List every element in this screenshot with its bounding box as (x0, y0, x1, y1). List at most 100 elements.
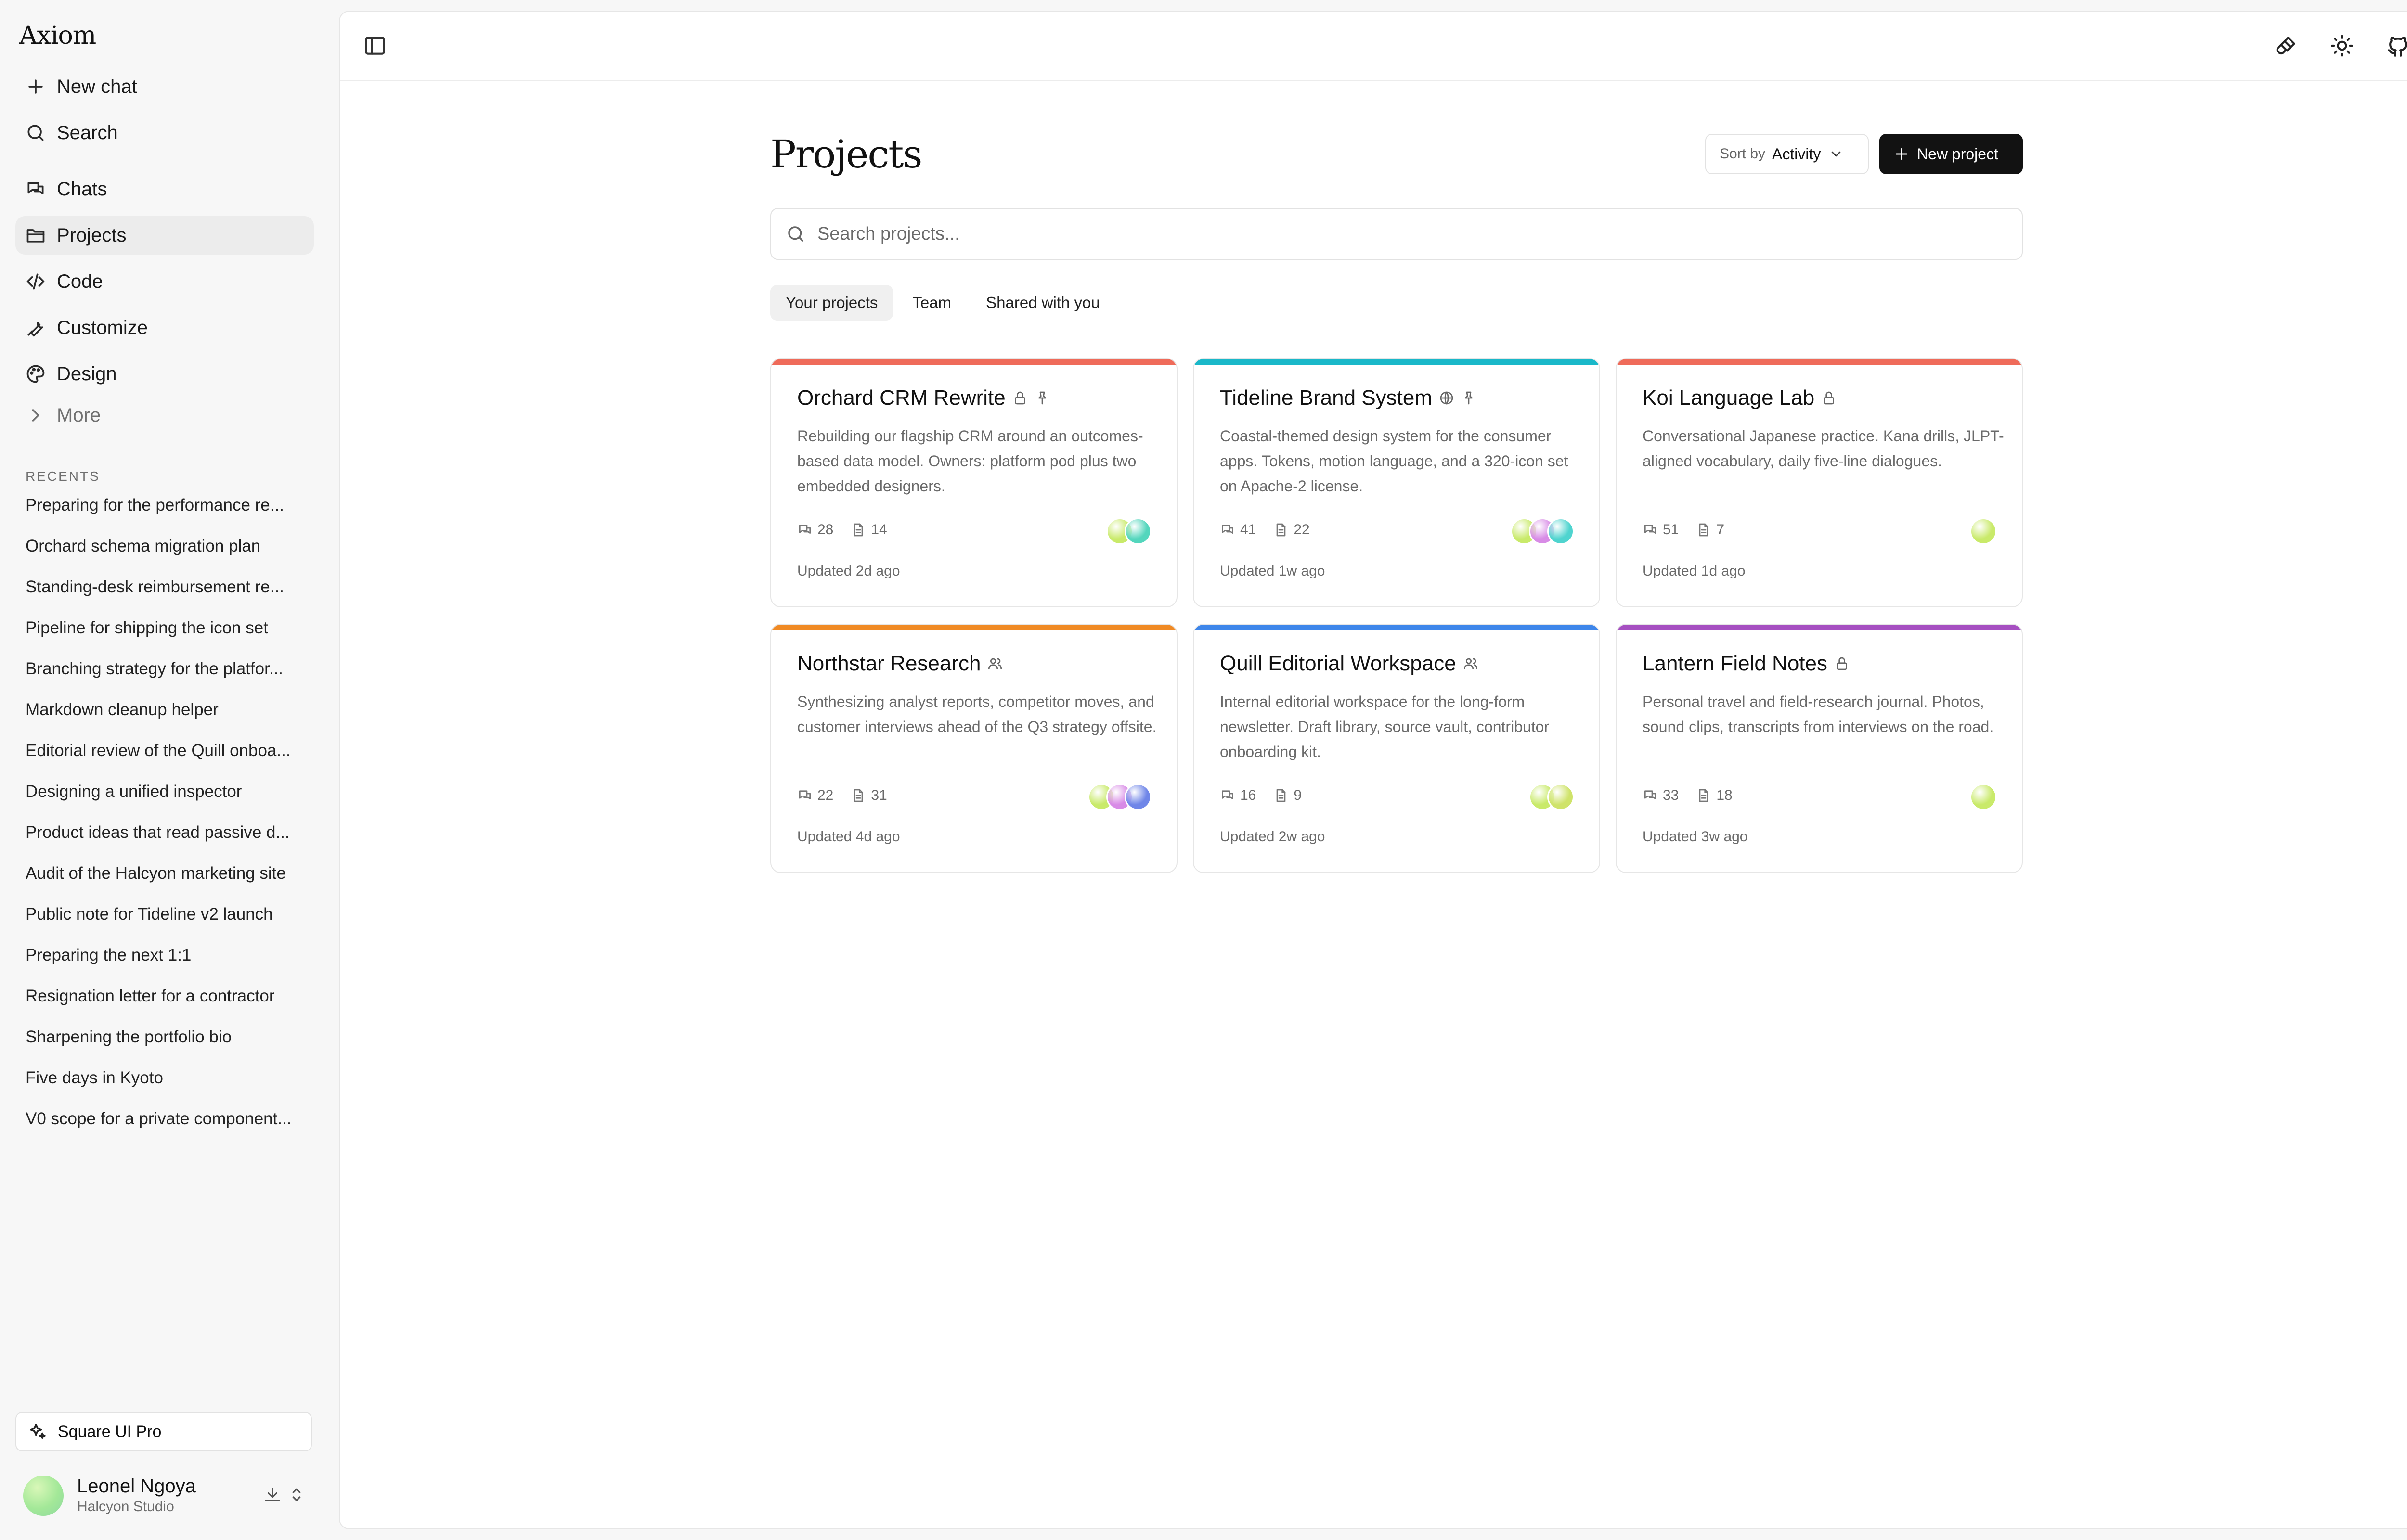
recent-item[interactable]: Orchard schema migration plan (26, 537, 305, 556)
lock-icon (1821, 390, 1837, 406)
project-card[interactable]: Northstar Research Synthesizing analyst r… (770, 624, 1178, 873)
sidebar-item-code[interactable]: Code (15, 262, 314, 301)
card-title-row: Tideline Brand System (1220, 386, 1476, 410)
user-name: Leonel Ngoya (77, 1476, 196, 1497)
avatar (1547, 518, 1574, 545)
recent-item[interactable]: Preparing the next 1:1 (26, 946, 305, 965)
card-members (1511, 518, 1574, 546)
card-members (1106, 518, 1152, 546)
lock-icon (1834, 656, 1850, 671)
sidebar-item-design[interactable]: Design (15, 355, 314, 393)
file-icon (1273, 522, 1289, 538)
download-icon[interactable] (263, 1485, 282, 1504)
recent-item[interactable]: Designing a unified inspector (26, 782, 305, 801)
project-card[interactable]: Koi Language Lab Conversational Japanese … (1616, 358, 2023, 607)
file-icon (1696, 788, 1711, 803)
tab-team[interactable]: Team (897, 285, 967, 321)
tab-your-projects[interactable]: Your projects (770, 285, 893, 321)
new-project-button[interactable]: New project (1879, 134, 2023, 174)
card-stats: 33 18 (1643, 787, 1733, 804)
file-count: 31 (871, 787, 887, 803)
page-title: Projects (770, 132, 922, 177)
card-description: Rebuilding our flagship CRM around an ou… (797, 427, 1143, 495)
chat-count: 51 (1663, 522, 1679, 538)
recent-item[interactable]: Editorial review of the Quill onboa... (26, 741, 305, 760)
recent-item[interactable]: Markdown cleanup helper (26, 700, 305, 719)
card-updated: Updated 1w ago (1220, 563, 1325, 579)
chevron-right-icon (25, 405, 46, 426)
users-icon (1463, 656, 1478, 671)
card-title: Quill Editorial Workspace (1220, 652, 1456, 675)
avatar (1547, 783, 1574, 810)
recent-item[interactable]: Branching strategy for the platfor... (26, 659, 305, 679)
card-accent-stripe (1194, 625, 1599, 630)
search-button[interactable]: Search (15, 114, 314, 152)
card-title: Orchard CRM Rewrite (797, 386, 1006, 410)
search-input[interactable] (816, 223, 1974, 245)
project-card[interactable]: Quill Editorial Workspace Internal editor… (1193, 624, 1600, 873)
recent-item[interactable]: Standing-desk reimbursement re... (26, 578, 305, 597)
recent-item[interactable]: V0 scope for a private component... (26, 1109, 305, 1129)
recent-item[interactable]: Five days in Kyoto (26, 1068, 305, 1088)
card-title-row: Quill Editorial Workspace (1220, 652, 1478, 676)
sidebar-item-customize[interactable]: Customize (15, 308, 314, 347)
card-title: Northstar Research (797, 652, 981, 675)
search-label: Search (57, 122, 118, 143)
project-card[interactable]: Lantern Field Notes Personal travel and f… (1616, 624, 2023, 873)
recent-item[interactable]: Sharpening the portfolio bio (26, 1027, 305, 1047)
pin-icon (1461, 390, 1476, 406)
recents-heading: RECENTS (26, 469, 100, 484)
card-members (1970, 783, 1997, 811)
sidebar-toggle-icon[interactable] (363, 34, 387, 58)
project-card[interactable]: Orchard CRM Rewrite Rebuilding our flagsh… (770, 358, 1178, 607)
sidebar-item-chats[interactable]: Chats (15, 170, 314, 208)
lock-icon (1012, 390, 1028, 406)
sidebar-item-more[interactable]: More (15, 396, 314, 435)
recent-item[interactable]: Resignation letter for a contractor (26, 987, 305, 1006)
chat-count: 28 (817, 522, 834, 538)
project-search (770, 208, 2023, 260)
recent-item[interactable]: Public note for Tideline v2 launch (26, 905, 305, 924)
file-icon (1273, 788, 1289, 803)
sidebar-item-label: Customize (57, 317, 148, 338)
user-menu[interactable]: Leonel Ngoya Halcyon Studio (23, 1474, 312, 1517)
code-icon (25, 271, 46, 292)
card-updated: Updated 1d ago (1643, 563, 1746, 579)
users-icon (987, 656, 1003, 671)
chevron-up-down-icon[interactable] (287, 1485, 306, 1504)
brand-logo: Axiom (19, 21, 96, 50)
recent-item[interactable]: Preparing for the performance re... (26, 496, 305, 515)
project-card[interactable]: Tideline Brand System Coastal-themed desi… (1193, 358, 1600, 607)
recent-item[interactable]: Pipeline for shipping the icon set (26, 618, 305, 638)
palette-icon (25, 363, 46, 385)
chats-icon (1643, 788, 1658, 803)
sidebar-item-label: Projects (57, 224, 127, 246)
card-accent-stripe (1617, 625, 2022, 630)
chats-icon (1220, 522, 1235, 538)
avatar (1970, 783, 1997, 810)
file-icon (1696, 522, 1711, 538)
sun-icon[interactable] (2330, 34, 2354, 58)
sort-label: Sort by (1720, 146, 1766, 162)
search-icon (25, 122, 46, 143)
sidebar-item-projects[interactable]: Projects (15, 216, 314, 255)
paintbrush-icon[interactable] (2274, 34, 2298, 58)
sidebar-item-label: Design (57, 363, 117, 385)
tab-shared-with-you[interactable]: Shared with you (971, 285, 1115, 321)
card-description: Conversational Japanese practice. Kana d… (1643, 427, 2004, 470)
sort-dropdown[interactable]: Sort by Activity (1705, 134, 1869, 174)
square-ui-pro-button[interactable]: Square UI Pro (15, 1412, 312, 1451)
pro-label: Square UI Pro (58, 1422, 162, 1441)
new-chat-button[interactable]: New chat (15, 67, 314, 106)
sidebar: Axiom New chat Search Chats Projects Cod… (0, 0, 339, 1540)
new-project-label: New project (1917, 145, 1998, 163)
card-stats: 41 22 (1220, 522, 1310, 538)
card-title-row: Orchard CRM Rewrite (797, 386, 1050, 410)
search-icon (786, 224, 806, 244)
card-title-row: Northstar Research (797, 652, 1003, 676)
recent-item[interactable]: Audit of the Halcyon marketing site (26, 864, 305, 883)
github-icon[interactable] (2386, 34, 2407, 58)
recent-item[interactable]: Product ideas that read passive d... (26, 823, 305, 842)
sort-value: Activity (1772, 145, 1821, 163)
chats-icon (1643, 522, 1658, 538)
